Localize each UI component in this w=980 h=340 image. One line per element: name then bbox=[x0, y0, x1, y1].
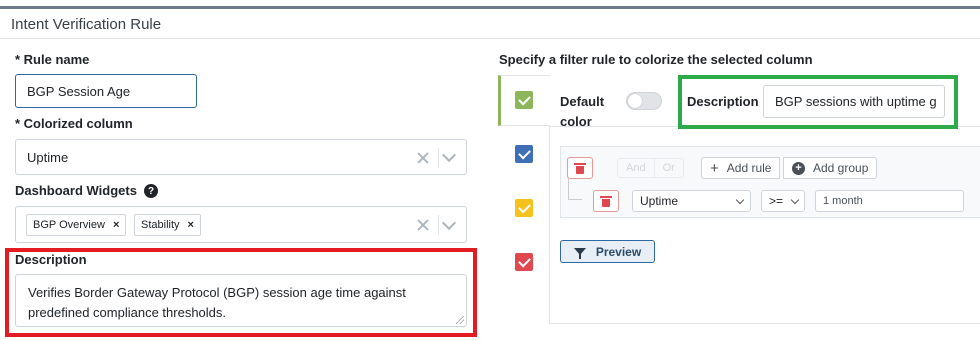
add-group-button[interactable]: + Add group bbox=[783, 157, 878, 179]
default-color-label: color bbox=[560, 114, 592, 129]
select-divider bbox=[438, 148, 439, 168]
trash-icon bbox=[600, 195, 612, 207]
colorized-column-label: * Colorized column bbox=[15, 116, 133, 131]
rule-field-value: Uptime bbox=[640, 194, 679, 208]
color-check-blue[interactable] bbox=[515, 145, 533, 163]
remove-tag-icon[interactable]: × bbox=[188, 219, 194, 231]
rule-name-value: BGP Session Age bbox=[27, 83, 131, 99]
color-check-red[interactable] bbox=[515, 253, 533, 271]
add-rule-label: Add rule bbox=[726, 161, 772, 175]
dashboard-widgets-label: Dashboard Widgets bbox=[15, 183, 137, 198]
highlight-box-green bbox=[678, 75, 958, 129]
rule-value: 1 month bbox=[823, 195, 863, 207]
chevron-down-icon bbox=[735, 195, 745, 205]
help-icon[interactable]: ? bbox=[144, 184, 158, 198]
color-check-yellow[interactable] bbox=[515, 199, 533, 217]
default-color-label: Default bbox=[560, 94, 605, 109]
delete-group-button[interactable] bbox=[567, 157, 593, 179]
select-divider bbox=[438, 215, 439, 235]
chevron-down-icon bbox=[790, 195, 800, 205]
clear-icon[interactable] bbox=[416, 151, 430, 165]
default-color-toggle[interactable] bbox=[626, 92, 662, 110]
title-divider bbox=[0, 38, 980, 39]
widget-tag-stability: Stability × bbox=[134, 214, 201, 236]
rule-value-input[interactable]: 1 month bbox=[815, 190, 964, 212]
chevron-down-icon[interactable] bbox=[441, 215, 457, 231]
widget-tag-label: Stability bbox=[141, 219, 180, 231]
toggle-knob bbox=[628, 94, 642, 108]
preview-label: Preview bbox=[595, 244, 642, 259]
page-title: Intent Verification Rule bbox=[11, 16, 162, 33]
chevron-down-icon[interactable] bbox=[441, 147, 457, 163]
trash-icon bbox=[574, 162, 586, 174]
top-accent-bar bbox=[0, 6, 980, 9]
filter-icon bbox=[573, 248, 586, 259]
plus-circle-icon: + bbox=[792, 161, 805, 175]
delete-rule-button[interactable] bbox=[593, 190, 619, 212]
highlight-box-red bbox=[5, 248, 477, 337]
preview-button[interactable]: Preview bbox=[560, 240, 655, 263]
and-or-toggle[interactable]: And Or bbox=[617, 158, 684, 178]
and-option[interactable]: And bbox=[618, 159, 654, 177]
add-rule-button[interactable]: + Add rule bbox=[701, 157, 781, 179]
rule-operator-select[interactable]: >= bbox=[761, 190, 805, 212]
widget-tag-bgp-overview: BGP Overview × bbox=[26, 214, 127, 236]
widget-tag-label: BGP Overview bbox=[33, 219, 105, 231]
rule-operator-value: >= bbox=[769, 194, 784, 208]
rule-connector bbox=[568, 178, 582, 200]
add-group-label: Add group bbox=[813, 161, 869, 175]
or-option[interactable]: Or bbox=[653, 159, 683, 177]
clear-icon[interactable] bbox=[416, 218, 430, 232]
rule-field-select[interactable]: Uptime bbox=[632, 190, 751, 212]
rule-name-label: * Rule name bbox=[15, 52, 90, 67]
filter-header: Specify a filter rule to colorize the se… bbox=[499, 52, 813, 67]
remove-tag-icon[interactable]: × bbox=[113, 219, 119, 231]
colorized-column-select[interactable]: Uptime bbox=[15, 139, 467, 175]
plus-icon: + bbox=[710, 159, 719, 177]
color-check-green[interactable] bbox=[515, 91, 533, 109]
colorized-column-value: Uptime bbox=[27, 149, 69, 165]
rule-name-input[interactable]: BGP Session Age bbox=[15, 74, 197, 108]
